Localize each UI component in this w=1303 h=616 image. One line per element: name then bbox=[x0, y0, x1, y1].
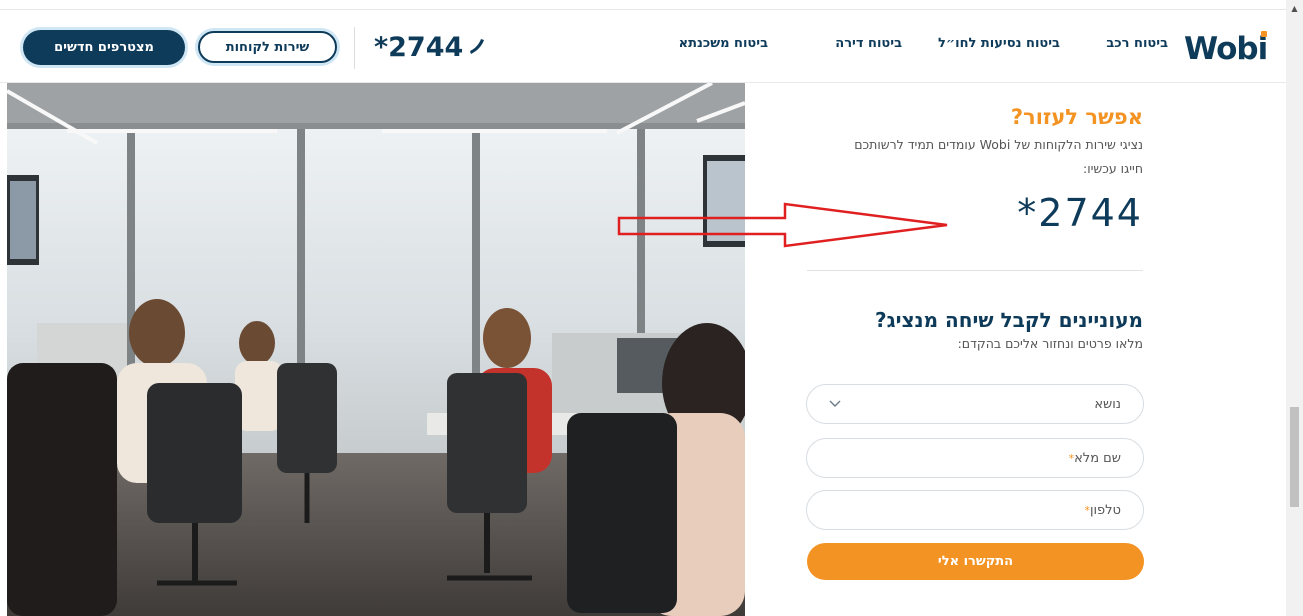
logo-dot bbox=[1261, 31, 1267, 37]
phone-icon bbox=[470, 39, 485, 54]
nav-travel-insurance[interactable]: ביטוח נסיעות לחו״ל bbox=[938, 36, 1060, 51]
page-scrollbar[interactable]: ▲ bbox=[1286, 0, 1303, 616]
scroll-up-arrow-icon[interactable]: ▲ bbox=[1286, 0, 1303, 17]
browser-viewport: מצטרפים חדשים שירות לקוחות *2744 ביטוח ר… bbox=[0, 0, 1303, 616]
full-name-field[interactable]: שם מלא * bbox=[806, 438, 1144, 478]
support-phone-number[interactable]: *2744 bbox=[1017, 191, 1143, 235]
call-me-button[interactable]: התקשרו אלי bbox=[807, 543, 1144, 580]
new-customers-button[interactable]: מצטרפים חדשים bbox=[23, 30, 185, 65]
help-text: נציגי שירות הלקוחות של Wobi עומדים תמיד … bbox=[854, 137, 1143, 152]
nav-mortgage-insurance[interactable]: ביטוח משכנתא bbox=[679, 36, 768, 51]
callback-subtitle: מלאו פרטים ונחזור אליכם בהקדם: bbox=[957, 336, 1143, 351]
scroll-thumb[interactable] bbox=[1290, 407, 1299, 507]
topic-placeholder: נושא bbox=[1094, 396, 1121, 412]
phone-field[interactable]: טלפון * bbox=[806, 490, 1144, 530]
header-phone-number: *2744 bbox=[374, 31, 464, 63]
nav-car-insurance[interactable]: ביטוח רכב bbox=[1106, 36, 1168, 51]
nav-home-insurance[interactable]: ביטוח דירה bbox=[835, 36, 902, 51]
header-phone-link[interactable]: *2744 bbox=[374, 29, 487, 65]
logo-text: Wobi bbox=[1184, 31, 1267, 67]
photo-illustration bbox=[7, 83, 745, 616]
contact-panel: אפשר לעזור? נציגי שירות הלקוחות של Wobi … bbox=[780, 83, 1160, 616]
site-header: מצטרפים חדשים שירות לקוחות *2744 ביטוח ר… bbox=[0, 10, 1286, 83]
header-divider bbox=[354, 27, 355, 69]
dial-now-text: חייגו עכשיו: bbox=[1083, 161, 1143, 176]
customer-service-button[interactable]: שירות לקוחות bbox=[198, 31, 337, 63]
phone-placeholder: טלפון bbox=[1089, 502, 1121, 518]
section-divider bbox=[807, 270, 1143, 271]
top-strip bbox=[0, 0, 1286, 10]
chevron-down-icon bbox=[829, 400, 841, 407]
help-title: אפשר לעזור? bbox=[1010, 105, 1143, 129]
required-star: * bbox=[1068, 451, 1075, 465]
call-center-photo bbox=[7, 83, 745, 616]
topic-select[interactable]: נושא bbox=[806, 384, 1144, 424]
main-nav: ביטוח רכב ביטוח נסיעות לחו״ל ביטוח דירה … bbox=[656, 36, 1168, 60]
wobi-logo[interactable]: Wobi bbox=[1184, 27, 1270, 67]
full-name-placeholder: שם מלא bbox=[1074, 450, 1121, 466]
callback-title: מעוניינים לקבל שיחה מנציג? bbox=[875, 308, 1143, 332]
required-star: * bbox=[1084, 503, 1090, 517]
red-arrow-annotation bbox=[617, 202, 948, 248]
